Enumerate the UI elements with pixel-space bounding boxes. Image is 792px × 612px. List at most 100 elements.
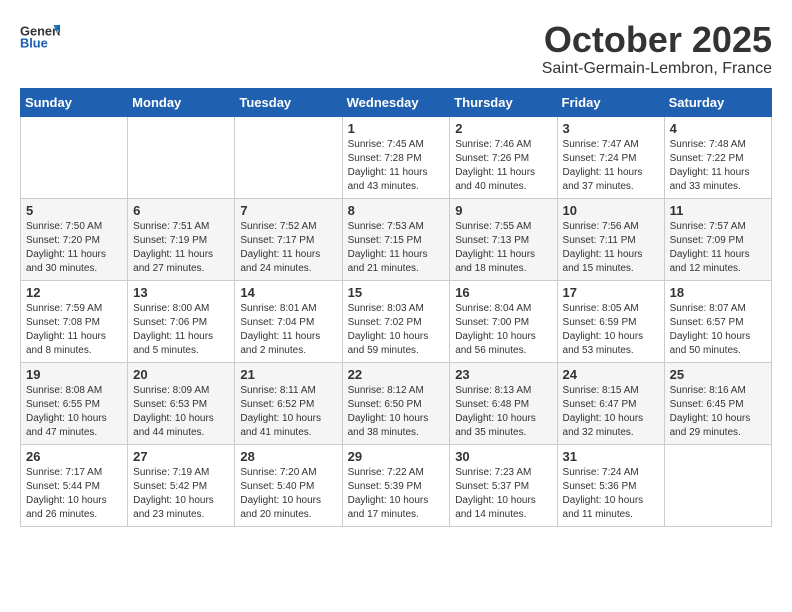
calendar-cell: 5Sunrise: 7:50 AM Sunset: 7:20 PM Daylig…	[21, 198, 128, 280]
day-number: 30	[455, 449, 551, 464]
calendar-cell: 22 Sunrise: 8:12 AM Sunset: 6:50 PM Dayli…	[342, 362, 450, 444]
day-number: 1	[348, 121, 445, 136]
weekday-header-monday: Monday	[128, 88, 235, 116]
calendar-cell	[235, 116, 342, 198]
calendar-cell: 15Sunrise: 8:03 AM Sunset: 7:02 PM Dayli…	[342, 280, 450, 362]
day-info: Sunrise: 7:17 AM Sunset: 5:44 PM Dayligh…	[26, 466, 122, 522]
day-info: Sunrise: 8:13 AM Sunset: 6:48 PM Dayligh…	[455, 384, 551, 440]
day-info: Sunrise: 7:47 AM Sunset: 7:24 PM Dayligh…	[563, 138, 659, 194]
calendar-cell: 7 Sunrise: 7:52 AM Sunset: 7:17 PM Daylig…	[235, 198, 342, 280]
calendar-cell: 2 Sunrise: 7:46 AM Sunset: 7:26 PM Daylig…	[450, 116, 557, 198]
day-number: 18	[670, 285, 766, 300]
day-number: 28	[240, 449, 336, 464]
location-title: Saint-Germain-Lembron, France	[542, 60, 772, 78]
calendar-cell: 19 Sunrise: 8:08 AM Sunset: 6:55 PM Dayli…	[21, 362, 128, 444]
day-number: 25	[670, 367, 766, 382]
day-info: Sunrise: 7:51 AM Sunset: 7:19 PM Dayligh…	[133, 220, 229, 276]
day-info: Sunrise: 7:19 AM Sunset: 5:42 PM Dayligh…	[133, 466, 229, 522]
calendar-cell: 29 Sunrise: 7:22 AM Sunset: 5:39 PM Dayli…	[342, 444, 450, 526]
page-header: General Blue October 2025 Saint-Germain-…	[20, 20, 772, 78]
calendar-cell: 27 Sunrise: 7:19 AM Sunset: 5:42 PM Dayli…	[128, 444, 235, 526]
day-info: Sunrise: 7:59 AM Sunset: 7:08 PM Dayligh…	[26, 302, 122, 358]
calendar-week-row: 5Sunrise: 7:50 AM Sunset: 7:20 PM Daylig…	[21, 198, 772, 280]
calendar-cell: 18 Sunrise: 8:07 AM Sunset: 6:57 PM Dayli…	[664, 280, 771, 362]
day-number: 24	[563, 367, 659, 382]
day-info: Sunrise: 7:23 AM Sunset: 5:37 PM Dayligh…	[455, 466, 551, 522]
calendar-cell: 6Sunrise: 7:51 AM Sunset: 7:19 PM Daylig…	[128, 198, 235, 280]
calendar-cell: 24 Sunrise: 8:15 AM Sunset: 6:47 PM Dayli…	[557, 362, 664, 444]
day-number: 11	[670, 203, 766, 218]
calendar-cell: 23 Sunrise: 8:13 AM Sunset: 6:48 PM Dayli…	[450, 362, 557, 444]
month-title: October 2025	[542, 20, 772, 60]
day-number: 7	[240, 203, 336, 218]
day-number: 22	[348, 367, 445, 382]
day-info: Sunrise: 8:05 AM Sunset: 6:59 PM Dayligh…	[563, 302, 659, 358]
day-info: Sunrise: 8:12 AM Sunset: 6:50 PM Dayligh…	[348, 384, 445, 440]
day-info: Sunrise: 8:08 AM Sunset: 6:55 PM Dayligh…	[26, 384, 122, 440]
day-number: 27	[133, 449, 229, 464]
day-number: 14	[240, 285, 336, 300]
day-info: Sunrise: 8:11 AM Sunset: 6:52 PM Dayligh…	[240, 384, 336, 440]
day-info: Sunrise: 7:50 AM Sunset: 7:20 PM Dayligh…	[26, 220, 122, 276]
day-info: Sunrise: 8:00 AM Sunset: 7:06 PM Dayligh…	[133, 302, 229, 358]
calendar-cell: 14 Sunrise: 8:01 AM Sunset: 7:04 PM Dayli…	[235, 280, 342, 362]
day-number: 3	[563, 121, 659, 136]
day-info: Sunrise: 7:52 AM Sunset: 7:17 PM Dayligh…	[240, 220, 336, 276]
day-info: Sunrise: 7:55 AM Sunset: 7:13 PM Dayligh…	[455, 220, 551, 276]
calendar-cell: 16 Sunrise: 8:04 AM Sunset: 7:00 PM Dayli…	[450, 280, 557, 362]
weekday-header-row: SundayMondayTuesdayWednesdayThursdayFrid…	[21, 88, 772, 116]
day-info: Sunrise: 7:57 AM Sunset: 7:09 PM Dayligh…	[670, 220, 766, 276]
logo-icon: General Blue	[20, 20, 60, 50]
weekday-header-saturday: Saturday	[664, 88, 771, 116]
day-info: Sunrise: 8:01 AM Sunset: 7:04 PM Dayligh…	[240, 302, 336, 358]
calendar-cell: 8 Sunrise: 7:53 AM Sunset: 7:15 PM Daylig…	[342, 198, 450, 280]
calendar-week-row: 19 Sunrise: 8:08 AM Sunset: 6:55 PM Dayli…	[21, 362, 772, 444]
day-number: 9	[455, 203, 551, 218]
calendar-cell	[664, 444, 771, 526]
calendar-cell	[128, 116, 235, 198]
weekday-header-friday: Friday	[557, 88, 664, 116]
day-info: Sunrise: 7:46 AM Sunset: 7:26 PM Dayligh…	[455, 138, 551, 194]
calendar-cell	[21, 116, 128, 198]
calendar-cell: 25 Sunrise: 8:16 AM Sunset: 6:45 PM Dayli…	[664, 362, 771, 444]
day-info: Sunrise: 8:09 AM Sunset: 6:53 PM Dayligh…	[133, 384, 229, 440]
calendar-week-row: 1 Sunrise: 7:45 AM Sunset: 7:28 PM Daylig…	[21, 116, 772, 198]
calendar-cell: 30 Sunrise: 7:23 AM Sunset: 5:37 PM Dayli…	[450, 444, 557, 526]
day-number: 15	[348, 285, 445, 300]
calendar-cell: 4Sunrise: 7:48 AM Sunset: 7:22 PM Daylig…	[664, 116, 771, 198]
calendar-cell: 21Sunrise: 8:11 AM Sunset: 6:52 PM Dayli…	[235, 362, 342, 444]
calendar-cell: 11 Sunrise: 7:57 AM Sunset: 7:09 PM Dayli…	[664, 198, 771, 280]
day-info: Sunrise: 7:22 AM Sunset: 5:39 PM Dayligh…	[348, 466, 445, 522]
day-number: 20	[133, 367, 229, 382]
calendar-week-row: 26 Sunrise: 7:17 AM Sunset: 5:44 PM Dayli…	[21, 444, 772, 526]
day-info: Sunrise: 7:45 AM Sunset: 7:28 PM Dayligh…	[348, 138, 445, 194]
day-number: 26	[26, 449, 122, 464]
calendar-cell: 20 Sunrise: 8:09 AM Sunset: 6:53 PM Dayli…	[128, 362, 235, 444]
calendar-cell: 31Sunrise: 7:24 AM Sunset: 5:36 PM Dayli…	[557, 444, 664, 526]
day-info: Sunrise: 8:04 AM Sunset: 7:00 PM Dayligh…	[455, 302, 551, 358]
calendar-cell: 26 Sunrise: 7:17 AM Sunset: 5:44 PM Dayli…	[21, 444, 128, 526]
calendar-table: SundayMondayTuesdayWednesdayThursdayFrid…	[20, 88, 772, 527]
day-info: Sunrise: 8:07 AM Sunset: 6:57 PM Dayligh…	[670, 302, 766, 358]
weekday-header-tuesday: Tuesday	[235, 88, 342, 116]
day-info: Sunrise: 7:56 AM Sunset: 7:11 PM Dayligh…	[563, 220, 659, 276]
day-number: 12	[26, 285, 122, 300]
calendar-cell: 13Sunrise: 8:00 AM Sunset: 7:06 PM Dayli…	[128, 280, 235, 362]
day-number: 23	[455, 367, 551, 382]
day-info: Sunrise: 8:15 AM Sunset: 6:47 PM Dayligh…	[563, 384, 659, 440]
day-info: Sunrise: 7:48 AM Sunset: 7:22 PM Dayligh…	[670, 138, 766, 194]
title-block: October 2025 Saint-Germain-Lembron, Fran…	[542, 20, 772, 78]
day-number: 16	[455, 285, 551, 300]
calendar-week-row: 12 Sunrise: 7:59 AM Sunset: 7:08 PM Dayli…	[21, 280, 772, 362]
day-number: 2	[455, 121, 551, 136]
day-info: Sunrise: 8:16 AM Sunset: 6:45 PM Dayligh…	[670, 384, 766, 440]
calendar-cell: 28 Sunrise: 7:20 AM Sunset: 5:40 PM Dayli…	[235, 444, 342, 526]
day-info: Sunrise: 7:20 AM Sunset: 5:40 PM Dayligh…	[240, 466, 336, 522]
calendar-cell: 10Sunrise: 7:56 AM Sunset: 7:11 PM Dayli…	[557, 198, 664, 280]
day-number: 8	[348, 203, 445, 218]
svg-text:Blue: Blue	[20, 35, 48, 50]
logo: General Blue	[20, 20, 60, 50]
day-info: Sunrise: 7:53 AM Sunset: 7:15 PM Dayligh…	[348, 220, 445, 276]
day-number: 29	[348, 449, 445, 464]
day-number: 19	[26, 367, 122, 382]
